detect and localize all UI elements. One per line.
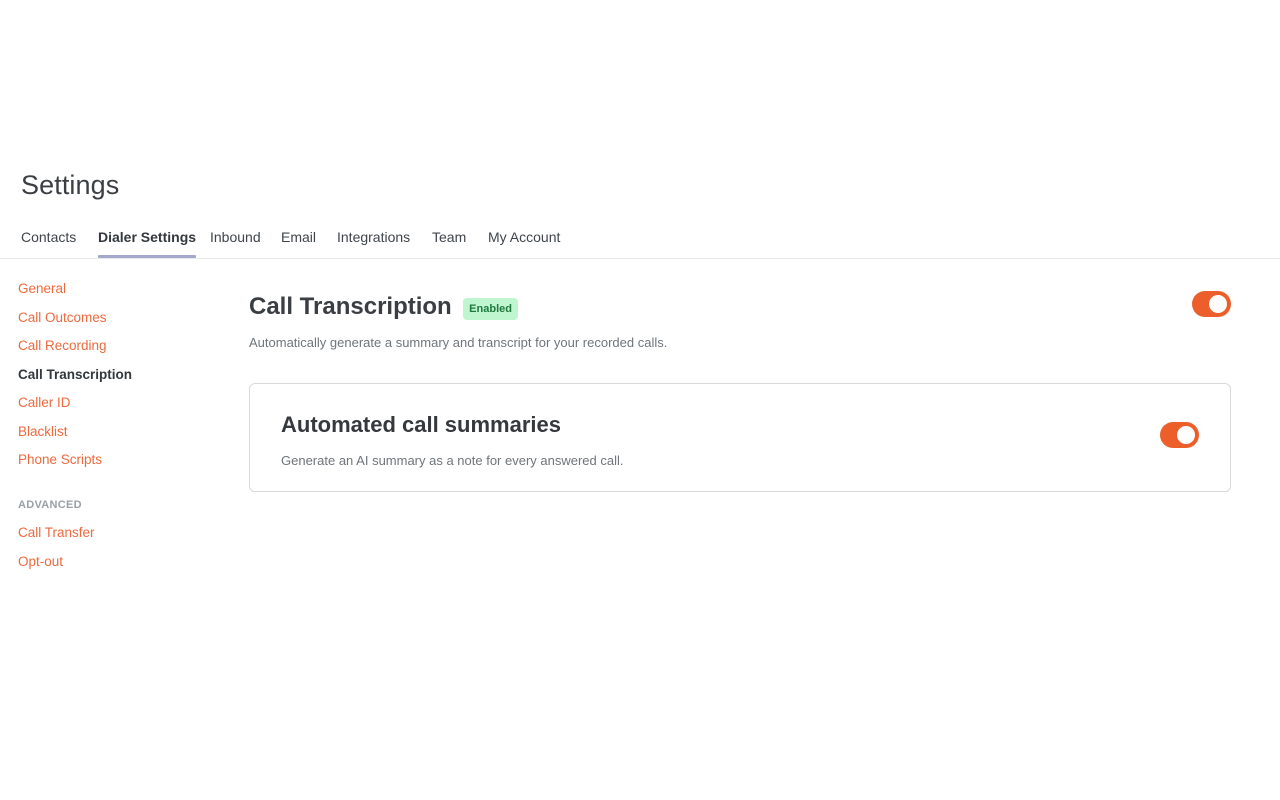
automated-summaries-toggle[interactable]: [1160, 422, 1199, 448]
status-badge: Enabled: [463, 298, 518, 320]
tab-email[interactable]: Email: [281, 229, 316, 245]
settings-tabs: Contacts Dialer Settings Inbound Email I…: [0, 222, 1280, 259]
sidebar-item-call-recording[interactable]: Call Recording: [18, 338, 107, 353]
tab-integrations[interactable]: Integrations: [337, 229, 410, 245]
tab-my-account[interactable]: My Account: [488, 229, 560, 245]
tab-team[interactable]: Team: [432, 229, 466, 245]
page-title: Settings: [21, 170, 120, 200]
toggle-knob: [1209, 295, 1227, 313]
tab-inbound[interactable]: Inbound: [210, 229, 261, 245]
sidebar-item-call-outcomes[interactable]: Call Outcomes: [18, 310, 107, 325]
sidebar-item-blacklist[interactable]: Blacklist: [18, 424, 68, 439]
automated-summaries-card: Automated call summaries Generate an AI …: [249, 383, 1231, 492]
tab-contacts[interactable]: Contacts: [21, 229, 76, 245]
section-description: Automatically generate a summary and tra…: [249, 335, 668, 350]
toggle-knob: [1177, 426, 1195, 444]
card-title: Automated call summaries: [281, 412, 561, 437]
call-transcription-toggle[interactable]: [1192, 291, 1231, 317]
section-header: Call Transcription Enabled: [249, 293, 518, 321]
card-description: Generate an AI summary as a note for eve…: [281, 453, 624, 468]
tab-dialer-settings[interactable]: Dialer Settings: [98, 229, 197, 258]
sidebar-item-call-transfer[interactable]: Call Transfer: [18, 525, 95, 540]
sidebar-item-opt-out[interactable]: Opt-out: [18, 554, 63, 569]
sidebar-item-call-transcription[interactable]: Call Transcription: [18, 367, 132, 382]
sidebar-item-caller-id[interactable]: Caller ID: [18, 395, 71, 410]
section-title: Call Transcription: [249, 293, 452, 320]
sidebar-item-phone-scripts[interactable]: Phone Scripts: [18, 452, 102, 467]
sidebar-section-advanced: ADVANCED: [18, 499, 82, 511]
sidebar-item-general[interactable]: General: [18, 281, 66, 296]
